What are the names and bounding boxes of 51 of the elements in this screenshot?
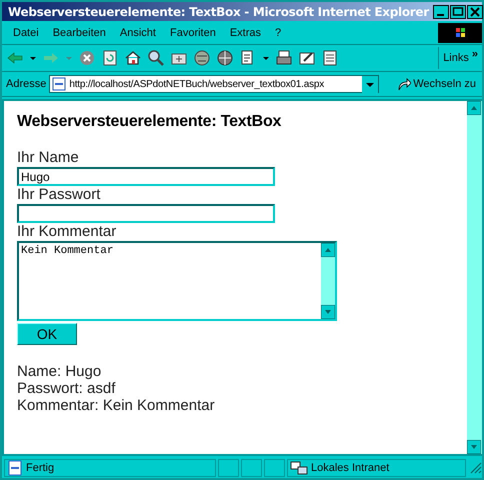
page-icon bbox=[52, 77, 66, 91]
ok-button[interactable]: OK bbox=[17, 323, 77, 345]
menu-item[interactable]: Datei bbox=[6, 27, 46, 39]
address-label: Adresse bbox=[6, 78, 46, 90]
result-text: Kommentar: Kein Kommentar bbox=[17, 397, 216, 414]
scroll-up-icon[interactable] bbox=[467, 101, 481, 115]
scroll-down-icon[interactable] bbox=[321, 305, 335, 319]
links-label[interactable]: Links bbox=[443, 52, 469, 64]
scroll-down-icon[interactable] bbox=[467, 440, 481, 454]
status-panel bbox=[218, 459, 239, 477]
stop-icon[interactable] bbox=[78, 49, 96, 67]
scrollbar[interactable] bbox=[321, 243, 335, 319]
minimize-icon[interactable] bbox=[432, 4, 449, 18]
menu-item[interactable]: Extras bbox=[222, 27, 268, 39]
windows-logo-icon bbox=[438, 23, 482, 43]
field-value: Kein Kommentar bbox=[20, 244, 114, 259]
printer-icon[interactable] bbox=[275, 49, 293, 67]
home-icon[interactable] bbox=[124, 49, 142, 67]
status-text: Fertig bbox=[26, 462, 54, 474]
zone-text: Lokales Intranet bbox=[311, 462, 390, 474]
notepad-icon[interactable] bbox=[321, 49, 339, 67]
network-icon bbox=[290, 460, 308, 476]
comment-field[interactable]: Kein Kommentar bbox=[17, 241, 337, 321]
scroll-up-icon[interactable] bbox=[321, 243, 335, 257]
address-field[interactable]: http://localhost/ASPdotNETBuch/webserver_textbox01.aspx bbox=[49, 75, 380, 93]
scrollbar[interactable] bbox=[467, 101, 482, 454]
search-icon[interactable] bbox=[147, 49, 165, 67]
menu-item[interactable]: Bearbeiten bbox=[46, 27, 113, 39]
result-text: Name: Hugo bbox=[17, 363, 102, 380]
overflow-chevron[interactable]: » bbox=[472, 48, 478, 60]
password-field[interactable] bbox=[17, 204, 275, 223]
menu-item[interactable]: ? bbox=[268, 27, 288, 39]
refresh-icon[interactable] bbox=[101, 49, 119, 67]
close-icon[interactable] bbox=[466, 4, 483, 18]
maximize-icon[interactable] bbox=[450, 4, 466, 18]
url-text: http://localhost/ASPdotNETBuch/webserver_textbox01.aspx bbox=[69, 78, 326, 90]
status-panel bbox=[241, 459, 262, 477]
resize-grip-icon[interactable] bbox=[470, 462, 482, 474]
field-label: Ihr Name bbox=[17, 149, 80, 167]
result-text: Passwort: asdf bbox=[17, 380, 116, 397]
menu-item[interactable]: Ansicht bbox=[112, 27, 163, 39]
field-label: Ihr Kommentar bbox=[17, 223, 118, 241]
menu-item[interactable]: Favoriten bbox=[162, 27, 223, 39]
name-field[interactable]: Hugo bbox=[17, 167, 275, 186]
window-title: Webserversteuerelemente: TextBox - Microsoft Internet Explorer bbox=[8, 4, 429, 18]
arrow-icon bbox=[397, 77, 412, 91]
status-panel bbox=[264, 459, 285, 477]
page-icon bbox=[7, 460, 23, 476]
page-heading: Webserversteuerelemente: TextBox bbox=[17, 113, 282, 131]
go-button[interactable]: Wechseln zu bbox=[395, 77, 478, 91]
field-label: Ihr Passwort bbox=[17, 186, 102, 204]
